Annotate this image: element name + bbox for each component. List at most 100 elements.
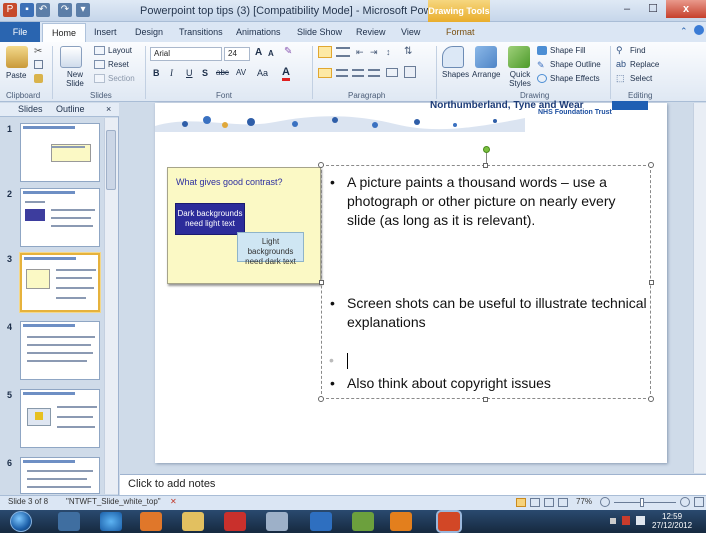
redo-icon[interactable]: ↷ — [58, 3, 72, 17]
zoom-slider-thumb[interactable] — [640, 498, 644, 507]
slide-scrollbar[interactable] — [693, 103, 706, 473]
resize-handle-top[interactable] — [483, 163, 488, 168]
decrease-indent-icon[interactable]: ⇤ — [356, 47, 364, 58]
ribbon-minimize-icon[interactable]: ⌃ — [680, 26, 688, 37]
font-name-select[interactable]: Arial — [150, 47, 222, 61]
paste-button[interactable]: Paste — [6, 71, 26, 80]
pane-close-button[interactable]: × — [106, 104, 111, 114]
shapes-icon[interactable] — [442, 46, 464, 68]
tab-format[interactable]: Format — [446, 27, 475, 37]
customize-toolbar-icon[interactable]: ▾ — [76, 3, 90, 17]
resize-handle-top-right[interactable] — [648, 162, 654, 168]
increase-indent-icon[interactable]: ⇥ — [370, 47, 378, 58]
reset-icon[interactable] — [94, 60, 105, 69]
font-size-select[interactable]: 24 — [224, 47, 250, 61]
minimize-button[interactable]: – — [614, 0, 640, 18]
resize-handle-bottom[interactable] — [483, 397, 488, 402]
tray-icon[interactable] — [636, 516, 645, 525]
format-painter-icon[interactable] — [34, 74, 43, 83]
undo-icon[interactable]: ↶ — [36, 3, 50, 17]
spelling-icon[interactable]: ✕ — [170, 497, 177, 506]
slide-thumbnail-6[interactable] — [20, 457, 100, 494]
shape-fill-button[interactable]: Shape Fill — [550, 46, 586, 55]
powerpoint-taskbar-icon[interactable] — [438, 512, 460, 531]
tab-review[interactable]: Review — [356, 27, 386, 37]
zoom-slider[interactable] — [614, 502, 676, 503]
normal-view-icon[interactable] — [516, 498, 526, 507]
help-icon[interactable] — [694, 25, 704, 35]
tab-slides[interactable]: Slides — [18, 104, 43, 114]
align-left-icon[interactable] — [318, 68, 332, 78]
change-case-button[interactable]: Aa — [257, 68, 268, 78]
quick-styles-button[interactable]: Quick Styles — [508, 70, 532, 88]
slide-thumbnail-4[interactable] — [20, 321, 100, 380]
outlook-icon[interactable] — [390, 512, 412, 531]
arrange-icon[interactable] — [475, 46, 497, 68]
taskbar-clock[interactable]: 12:59 27/12/2012 — [652, 512, 692, 530]
save-icon[interactable]: ▪ — [20, 3, 34, 17]
resize-handle-top-left[interactable] — [318, 162, 324, 168]
find-button[interactable]: Find — [630, 46, 646, 55]
align-right-icon[interactable] — [352, 69, 364, 77]
line-spacing-icon[interactable]: ↕ — [386, 47, 391, 57]
start-button[interactable] — [10, 511, 32, 532]
shape-effects-button[interactable]: Shape Effects — [550, 74, 600, 83]
tab-view[interactable]: View — [401, 27, 420, 37]
character-spacing-button[interactable]: AV — [236, 68, 246, 77]
zoom-in-icon[interactable] — [680, 497, 690, 507]
shapes-button[interactable]: Shapes — [442, 70, 469, 79]
bold-button[interactable]: B — [153, 68, 160, 78]
folder-icon[interactable] — [182, 512, 204, 531]
strikethrough-button[interactable]: abc — [216, 68, 229, 77]
shrink-font-button[interactable]: A — [268, 49, 274, 58]
app-icon[interactable] — [224, 512, 246, 531]
explorer-icon[interactable] — [58, 512, 80, 531]
media-player-icon[interactable] — [140, 512, 162, 531]
cut-icon[interactable]: ✂ — [34, 46, 42, 57]
underline-button[interactable]: U — [186, 68, 193, 78]
tab-insert[interactable]: Insert — [94, 27, 117, 37]
columns-icon[interactable] — [386, 68, 398, 77]
fit-to-window-icon[interactable] — [694, 497, 704, 507]
smartart-icon[interactable] — [404, 66, 416, 78]
replace-button[interactable]: Replace — [630, 60, 659, 69]
resize-handle-bottom-left[interactable] — [318, 396, 324, 402]
tab-design[interactable]: Design — [135, 27, 163, 37]
paste-icon[interactable] — [6, 46, 28, 68]
clear-formatting-icon[interactable]: ✎ — [284, 46, 292, 57]
text-direction-icon[interactable]: ⇅ — [404, 46, 412, 57]
align-center-icon[interactable] — [336, 69, 348, 77]
tab-outline[interactable]: Outline — [56, 104, 85, 114]
tab-slide-show[interactable]: Slide Show — [297, 27, 342, 37]
shape-fill-icon[interactable] — [537, 46, 547, 55]
shadow-button[interactable]: S — [202, 68, 208, 78]
resize-handle-right[interactable] — [649, 280, 654, 285]
zoom-out-icon[interactable] — [600, 497, 610, 507]
replace-icon[interactable]: ab — [616, 59, 626, 69]
tab-file[interactable]: File — [0, 22, 40, 42]
bullets-icon[interactable] — [318, 46, 332, 58]
zoom-level[interactable]: 77% — [576, 497, 592, 506]
tab-home[interactable]: Home — [42, 23, 86, 42]
arrange-button[interactable]: Arrange — [472, 70, 500, 79]
tray-icon[interactable] — [610, 518, 616, 524]
slide-thumbnail-5[interactable] — [20, 389, 100, 448]
numbering-icon[interactable] — [336, 47, 350, 57]
shape-outline-button[interactable]: Shape Outline — [550, 60, 601, 69]
slide-sorter-icon[interactable] — [530, 498, 540, 507]
app-icon[interactable] — [266, 512, 288, 531]
select-button[interactable]: Select — [630, 74, 652, 83]
rotation-handle[interactable] — [483, 146, 490, 153]
slide-thumbnail-3[interactable] — [20, 253, 100, 312]
select-icon[interactable]: ⬚ — [616, 73, 625, 84]
app-icon[interactable] — [352, 512, 374, 531]
italic-button[interactable]: I — [170, 68, 173, 78]
slideshow-view-icon[interactable] — [558, 498, 568, 507]
reset-button[interactable]: Reset — [108, 60, 129, 69]
layout-icon[interactable] — [94, 46, 105, 55]
quick-styles-icon[interactable] — [508, 46, 530, 68]
internet-explorer-icon[interactable] — [100, 512, 122, 531]
app-icon[interactable] — [310, 512, 332, 531]
tab-animations[interactable]: Animations — [236, 27, 281, 37]
close-button[interactable]: x — [666, 0, 706, 18]
